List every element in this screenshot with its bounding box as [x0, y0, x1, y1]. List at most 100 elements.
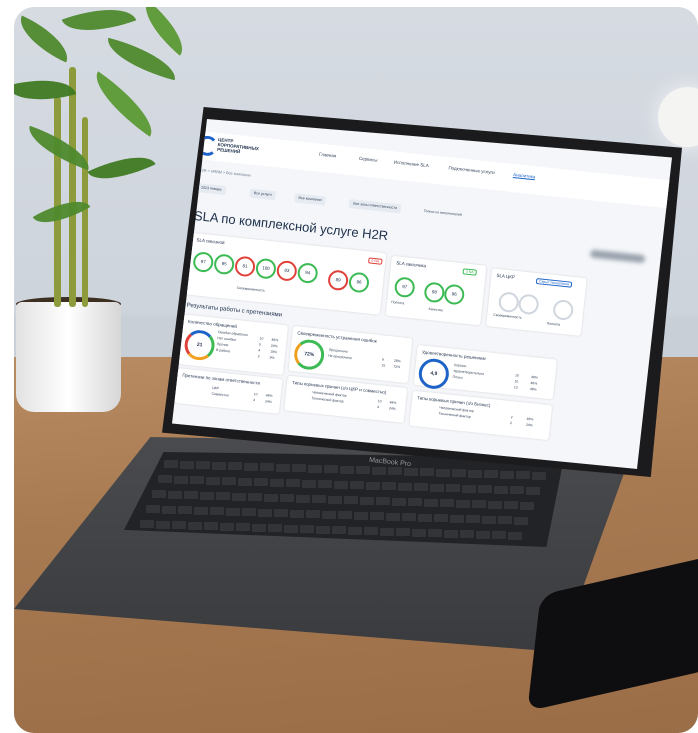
legend-value: 5 [258, 342, 262, 347]
keyboard-key [444, 529, 458, 538]
root-causes-ckr-card: Типы корневых причин (з/з ЦКР и совместн… [284, 375, 408, 423]
gauge: 94 [296, 262, 319, 285]
legend-item: Не просрочено [327, 353, 352, 361]
timeliness-card: Своевременность устранения ошибок 72% Пр… [288, 325, 413, 384]
keyboard-key [366, 481, 380, 490]
keyboard-key [286, 479, 300, 487]
filter-zones[interactable]: Все зоны ответственности [348, 199, 402, 214]
keyboard-key [290, 509, 304, 518]
legend-pct: 48% [526, 416, 534, 422]
keyboard-key [242, 508, 256, 516]
sla-overall-footer: Своевременность [236, 285, 266, 293]
keyboard-key [492, 531, 506, 539]
legend-value: 10 [514, 379, 519, 384]
keyboard-key [532, 471, 546, 480]
legend-value: 10 [259, 336, 264, 341]
keyboard-key [190, 476, 204, 484]
legend-pct: 24% [525, 422, 534, 428]
keyboard-key [302, 479, 316, 488]
gauge: 83 [275, 259, 298, 282]
legend-pct: 48% [530, 375, 539, 380]
checkbox-label[interactable]: Только из исполнителей [423, 209, 462, 218]
keyboard-key [344, 496, 358, 504]
sla-customer-card: SLA заказчика 0 NA 97 98 96 Полнота Каче… [385, 255, 487, 326]
satisfaction-donut: 4,9 [417, 357, 451, 391]
claims-count-title: Количество обращений [187, 318, 238, 329]
laptop-screen: ЦЕНТР КОРПОРАТИВНЫХ РЕШЕНИЙ Главная Серв… [172, 119, 672, 469]
keyboard-key [386, 512, 400, 521]
keyboard-key [260, 463, 274, 471]
gauge: 96 [443, 283, 466, 306]
root-causes-business-title: Типы корневых причин (з/з Бизнес) [417, 395, 491, 408]
legend-value: 2 [257, 354, 260, 359]
keyboard-key [312, 495, 326, 503]
legend-pct: 19% [270, 349, 278, 355]
filter-period[interactable]: 2023 январь [196, 183, 227, 196]
keyboard-key [324, 465, 338, 473]
hide-metrics-link[interactable]: Скрыт показатели [535, 278, 573, 288]
legend-value: 4 [252, 398, 256, 403]
legend-item: Совместно [211, 391, 230, 398]
legend-pct: 24% [270, 343, 278, 349]
keyboard-key [174, 475, 188, 484]
timeliness-donut: 72% [292, 338, 326, 372]
legend-value: 4 [258, 348, 261, 353]
keyboard-key [382, 482, 396, 490]
keyboard-key [510, 486, 524, 494]
keyboard-key [164, 460, 178, 468]
keyboard-key [152, 490, 166, 498]
satisfaction-card: Удовлетворенность решением 4,9 Хорошо Уд… [413, 344, 558, 400]
plant-leaf [87, 144, 156, 192]
keyboard-key [494, 485, 508, 494]
keyboard-key [468, 469, 482, 478]
plant-leaf [84, 71, 164, 137]
gauge: 96 [347, 271, 370, 294]
keyboard-key [370, 512, 384, 520]
legend-item: ЦКР [211, 385, 220, 391]
legend-pct: 48% [529, 386, 537, 392]
keyboard-key [318, 480, 332, 488]
keyboard-key [188, 521, 202, 530]
legend-value: 10 [513, 385, 518, 390]
keyboard-key [460, 530, 474, 538]
legend-pct: 48% [271, 337, 279, 343]
keyboard-key [332, 526, 346, 534]
legend-item: Плохо [452, 374, 463, 380]
keyboard-key [476, 530, 490, 539]
plant-leaf [133, 7, 195, 56]
gauge [517, 293, 540, 316]
keyboard-key [178, 506, 192, 514]
legend-pct: 72% [393, 364, 401, 370]
keyboard-key [488, 500, 502, 509]
keyboard-key [244, 462, 258, 471]
keyboard-key [508, 531, 522, 540]
filter-services[interactable]: Все услуги [249, 188, 277, 201]
keyboard-key [210, 507, 224, 515]
keyboard-key [316, 525, 330, 534]
keyboard-key [222, 477, 236, 485]
keyboard-key [408, 498, 422, 506]
plant-leaf [61, 7, 137, 45]
keyboard-key [258, 508, 272, 517]
sla-customer-footer-right: Качество [428, 306, 444, 313]
legend-value: 10 [514, 373, 520, 378]
plant-stem [54, 97, 61, 307]
keyboard-key [504, 501, 518, 509]
sla-customer-title: SLA заказчика [395, 260, 427, 269]
keyboard-key [482, 515, 496, 524]
keyboard-key [284, 524, 298, 533]
keyboard-key [204, 522, 218, 530]
gauge: 98 [423, 281, 446, 304]
keyboard-key [466, 515, 480, 523]
keyboard-key [168, 490, 182, 499]
gauge: 100 [254, 257, 277, 280]
legend-value: 2 [509, 421, 513, 426]
breadcrumb[interactable]: H2R > HRBM > Все компании [199, 168, 251, 177]
keyboard-key [180, 460, 194, 469]
root-causes-business-card: Типы корневых причин (з/з Бизнес) Челове… [409, 390, 553, 441]
filter-companies[interactable]: Все компании [294, 193, 327, 206]
keyboard-key [402, 513, 416, 521]
claims-count-card: Количество обращений 21 Ошибки обработки… [178, 314, 289, 376]
keyboard-key [268, 524, 282, 532]
user-name [589, 249, 646, 264]
